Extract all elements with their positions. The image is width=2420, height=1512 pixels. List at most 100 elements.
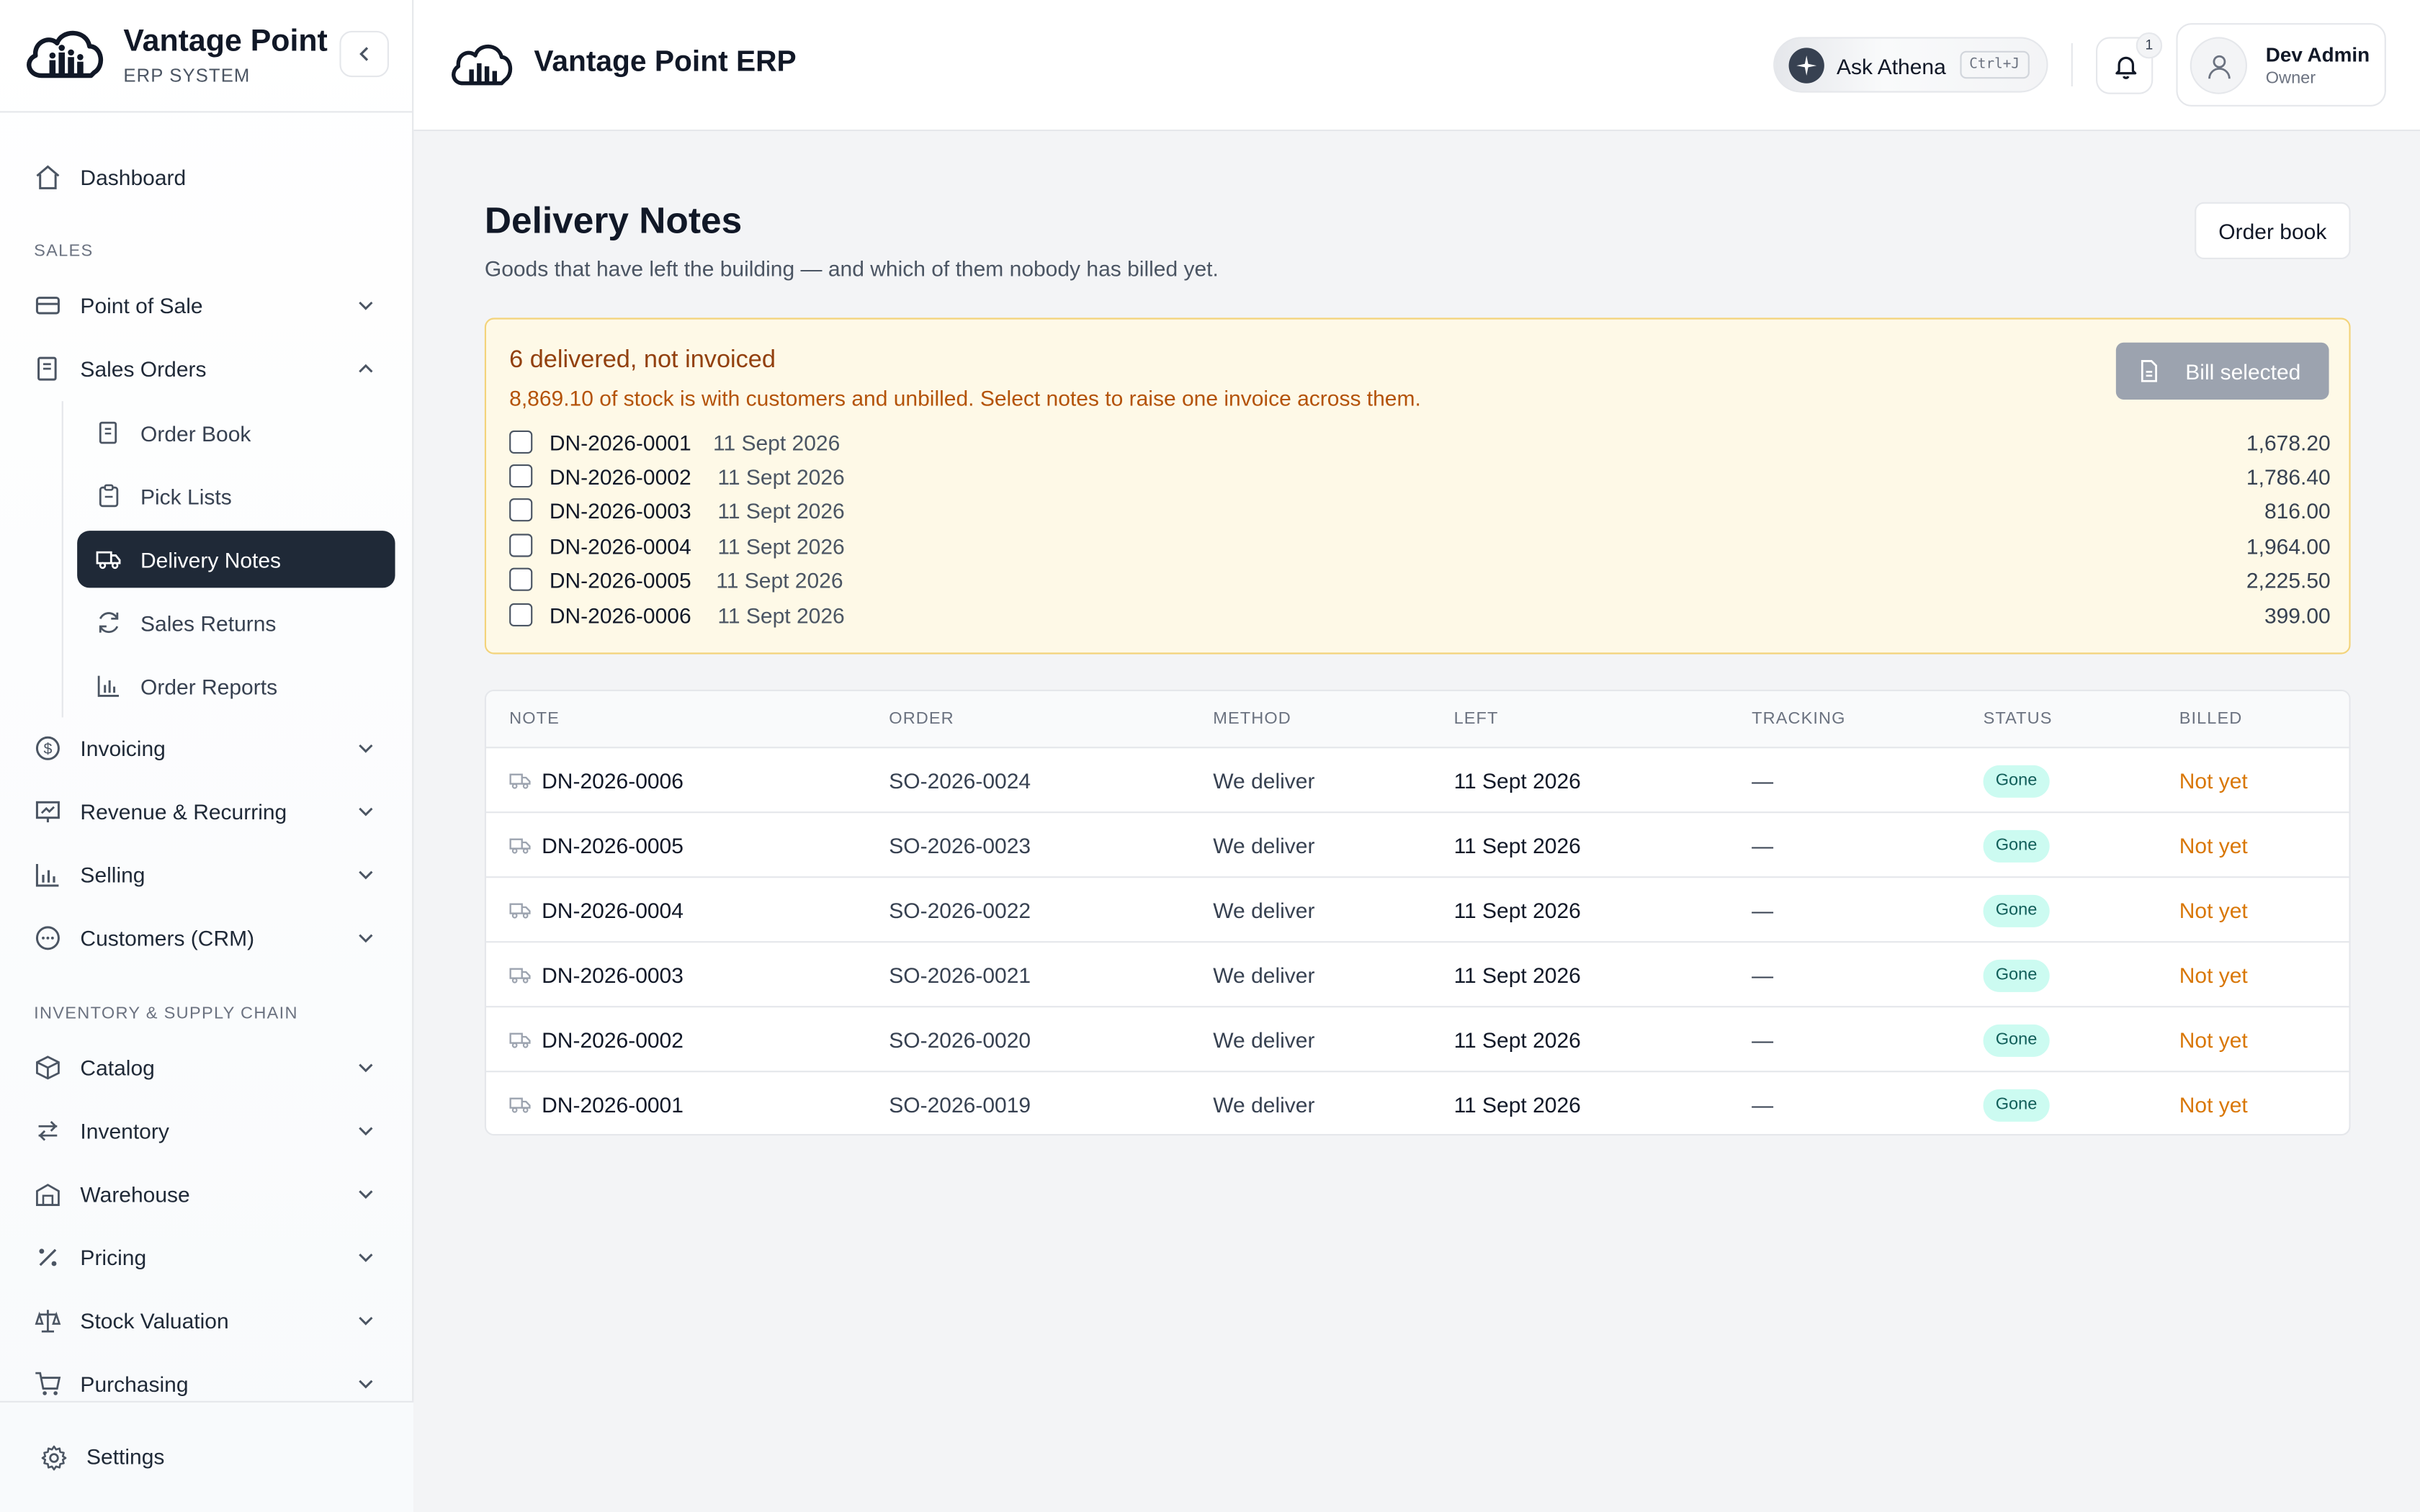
- cell-note[interactable]: DN-2026-0004: [542, 898, 684, 922]
- home-icon: [36, 165, 60, 189]
- bar-chart-icon: [35, 863, 59, 887]
- column-header-note[interactable]: NOTE: [509, 710, 560, 729]
- sidebar-item-label: Selling: [80, 862, 145, 888]
- alert-description: 8,869.10 of stock is with customers and …: [509, 385, 1421, 410]
- column-header-order[interactable]: ORDER: [889, 710, 954, 729]
- cell-billed: Not yet: [2179, 1027, 2248, 1053]
- note-checkbox[interactable]: [509, 464, 533, 488]
- sidebar-item-label: Revenue & Recurring: [80, 799, 287, 824]
- sidebar-item-inventory[interactable]: Inventory: [15, 1103, 395, 1158]
- sidebar-item-label: Sales Orders: [80, 356, 207, 382]
- sidebar-item-warehouse[interactable]: Warehouse: [15, 1166, 395, 1222]
- unbilled-note-row: DN-2026-0004 11 Sept 2026 1,964.00: [509, 531, 2331, 562]
- sidebar-item-sales-orders[interactable]: Sales Orders: [15, 341, 395, 397]
- cell-tracking: —: [1752, 898, 1774, 923]
- note-checkbox[interactable]: [509, 534, 533, 557]
- sidebar-footer: Settings: [0, 1400, 414, 1512]
- note-checkbox[interactable]: [509, 603, 533, 626]
- chevron-down-icon: [359, 870, 373, 880]
- user-menu[interactable]: Dev Admin Owner: [2176, 23, 2386, 107]
- truck-icon: [96, 551, 121, 570]
- truck-icon: [509, 1097, 531, 1113]
- user-role: Owner: [2265, 69, 2316, 89]
- truck-icon: [509, 773, 531, 789]
- sidebar-item-label: Point of Sale: [80, 293, 203, 318]
- svg-text:$: $: [43, 740, 52, 757]
- unbilled-note-row: DN-2026-0001 11 Sept 2026 1,678.20: [509, 428, 2331, 459]
- cart-icon: [35, 1372, 61, 1395]
- sidebar-item-settings[interactable]: Settings: [22, 1430, 392, 1485]
- cell-method: We deliver: [1213, 1092, 1315, 1117]
- sidebar-item-selling[interactable]: Selling: [15, 847, 395, 902]
- sidebar-item-delivery-notes[interactable]: Delivery Notes: [77, 531, 395, 588]
- order-book-button[interactable]: Order book: [2195, 202, 2351, 259]
- document-icon: [2141, 360, 2157, 382]
- cell-billed: Not yet: [2179, 898, 2248, 923]
- brand-name: Vantage Point: [123, 24, 328, 59]
- table-row[interactable]: DN-2026-0006 SO-2026-0024 We deliver 11 …: [486, 748, 2349, 814]
- truck-icon: [509, 968, 531, 984]
- cell-billed: Not yet: [2179, 1092, 2248, 1117]
- cell-left: 11 Sept 2026: [1453, 833, 1581, 858]
- notification-count-badge: 1: [2136, 32, 2163, 59]
- sidebar-item-pick-lists[interactable]: Pick Lists: [77, 467, 395, 524]
- column-header-billed[interactable]: BILLED: [2179, 710, 2243, 729]
- cell-note[interactable]: DN-2026-0001: [542, 1092, 684, 1117]
- sidebar-item-dashboard[interactable]: Dashboard: [15, 150, 395, 205]
- sidebar-item-label: Inventory: [80, 1118, 169, 1143]
- chevron-down-icon: [359, 1127, 373, 1136]
- column-header-status[interactable]: STATUS: [1984, 710, 2053, 729]
- sidebar-item-customers-crm[interactable]: Customers (CRM): [15, 910, 395, 966]
- cell-method: We deliver: [1213, 1027, 1315, 1053]
- brand-subtitle: ERP SYSTEM: [123, 65, 251, 86]
- sidebar-item-invoicing[interactable]: $ Invoicing: [15, 721, 395, 776]
- note-checkbox[interactable]: [509, 498, 533, 522]
- sidebar-item-order-book[interactable]: Order Book: [77, 404, 395, 461]
- table-row[interactable]: DN-2026-0003 SO-2026-0021 We deliver 11 …: [486, 942, 2349, 1008]
- sidebar-item-label: Pick Lists: [140, 483, 232, 509]
- cell-note[interactable]: DN-2026-0005: [542, 833, 684, 858]
- sidebar-item-order-reports[interactable]: Order Reports: [77, 657, 395, 714]
- tree-line: [61, 401, 63, 718]
- chevron-down-icon: [359, 1254, 373, 1262]
- page-title: Delivery Notes: [484, 200, 743, 243]
- sidebar-item-pricing[interactable]: Pricing: [15, 1230, 395, 1285]
- column-header-left[interactable]: LEFT: [1454, 710, 1499, 729]
- status-badge: Gone: [1983, 959, 2050, 992]
- alert-title: 6 delivered, not invoiced: [509, 347, 776, 374]
- status-badge: Gone: [1983, 1024, 2050, 1057]
- note-checkbox[interactable]: [509, 567, 533, 591]
- chevron-down-icon: [359, 1190, 373, 1199]
- cell-note[interactable]: DN-2026-0002: [542, 1027, 684, 1052]
- note-amount: 1,678.20: [2246, 430, 2331, 456]
- cell-note[interactable]: DN-2026-0006: [542, 768, 684, 793]
- chevron-down-icon: [359, 744, 373, 753]
- sidebar-item-point-of-sale[interactable]: Point of Sale: [15, 278, 395, 333]
- cell-note[interactable]: DN-2026-0003: [542, 963, 684, 987]
- page-subtitle: Goods that have left the building — and …: [484, 256, 1219, 281]
- table-row[interactable]: DN-2026-0001 SO-2026-0019 We deliver 11 …: [486, 1072, 2349, 1134]
- collapse-sidebar-button[interactable]: [339, 30, 389, 78]
- table-row[interactable]: DN-2026-0005 SO-2026-0023 We deliver 11 …: [486, 813, 2349, 878]
- sidebar-item-label: Sales Returns: [140, 610, 277, 635]
- cell-tracking: —: [1752, 833, 1774, 858]
- delivery-notes-table: NOTE ORDER METHOD LEFT TRACKING STATUS B…: [484, 689, 2351, 1136]
- cell-billed: Not yet: [2179, 963, 2248, 988]
- cell-order: SO-2026-0024: [889, 768, 1031, 793]
- table-header: NOTE ORDER METHOD LEFT TRACKING STATUS B…: [486, 691, 2349, 749]
- note-checkbox[interactable]: [509, 430, 533, 454]
- sidebar-item-catalog[interactable]: Catalog: [15, 1040, 395, 1095]
- section-label-sales: SALES: [34, 242, 94, 261]
- bill-selected-button[interactable]: Bill selected: [2115, 342, 2329, 400]
- table-row[interactable]: DN-2026-0004 SO-2026-0022 We deliver 11 …: [486, 878, 2349, 943]
- ask-athena-button[interactable]: Ask Athena Ctrl+J: [1773, 37, 2048, 93]
- sidebar-item-revenue-recurring[interactable]: Revenue & Recurring: [15, 784, 395, 840]
- sidebar-item-stock-valuation[interactable]: Stock Valuation: [15, 1293, 395, 1349]
- column-header-tracking[interactable]: TRACKING: [1752, 710, 1845, 729]
- cell-tracking: —: [1752, 1092, 1774, 1117]
- sidebar-item-sales-returns[interactable]: Sales Returns: [77, 594, 395, 651]
- user-name: Dev Admin: [2265, 43, 2370, 67]
- column-header-method[interactable]: METHOD: [1213, 710, 1291, 729]
- table-row[interactable]: DN-2026-0002 SO-2026-0020 We deliver 11 …: [486, 1007, 2349, 1073]
- sidebar-item-label: Stock Valuation: [80, 1308, 229, 1333]
